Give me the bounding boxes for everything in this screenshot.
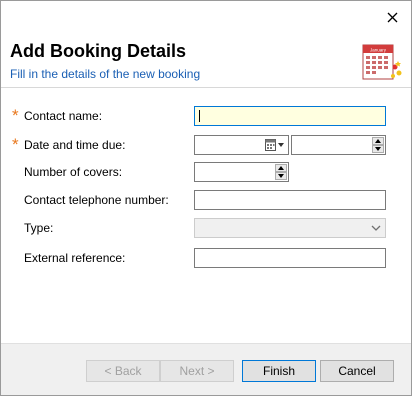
calendar-dropdown-icon[interactable] bbox=[265, 139, 287, 152]
external-reference-input[interactable] bbox=[194, 248, 386, 268]
covers-row: Number of covers: bbox=[1, 161, 411, 183]
external-reference-row: External reference: bbox=[1, 247, 411, 269]
telephone-label: Contact telephone number: bbox=[24, 193, 169, 207]
spin-up-button[interactable] bbox=[275, 164, 287, 172]
required-indicator: * bbox=[12, 135, 19, 154]
telephone-input[interactable] bbox=[194, 190, 386, 210]
chevron-down-icon bbox=[371, 225, 381, 231]
close-button[interactable] bbox=[383, 8, 401, 26]
contact-name-label: Contact name: bbox=[24, 109, 103, 123]
time-spinner[interactable] bbox=[372, 137, 384, 153]
covers-input[interactable] bbox=[194, 162, 289, 182]
type-label: Type: bbox=[24, 221, 54, 235]
text-caret bbox=[199, 110, 200, 122]
covers-spinner[interactable] bbox=[275, 164, 287, 180]
date-picker[interactable] bbox=[194, 135, 289, 155]
dialog-header: Add Booking Details Fill in the details … bbox=[1, 31, 411, 88]
spin-up-button[interactable] bbox=[372, 137, 384, 145]
date-time-label: Date and time due: bbox=[24, 138, 126, 152]
type-dropdown[interactable] bbox=[194, 218, 386, 238]
close-icon bbox=[387, 12, 397, 22]
back-button[interactable]: < Back bbox=[86, 360, 160, 382]
next-button[interactable]: Next > bbox=[160, 360, 234, 382]
contact-name-input[interactable] bbox=[194, 106, 386, 126]
cancel-button[interactable]: Cancel bbox=[320, 360, 394, 382]
dialog-footer: < Back Next > Finish Cancel bbox=[1, 343, 411, 395]
type-row: Type: bbox=[1, 217, 411, 239]
date-time-row: * Date and time due: bbox=[1, 134, 411, 156]
finish-button[interactable]: Finish bbox=[242, 360, 316, 382]
spin-down-button[interactable] bbox=[275, 172, 287, 180]
page-subtitle: Fill in the details of the new booking bbox=[10, 67, 201, 81]
required-indicator: * bbox=[12, 106, 19, 125]
calendar-icon: January bbox=[362, 44, 402, 80]
covers-label: Number of covers: bbox=[24, 165, 123, 179]
external-reference-label: External reference: bbox=[24, 251, 126, 265]
spin-down-button[interactable] bbox=[372, 145, 384, 153]
calendar-month-text: January bbox=[370, 48, 387, 53]
contact-name-row: * Contact name: bbox=[1, 105, 411, 127]
add-booking-dialog: Add Booking Details Fill in the details … bbox=[0, 0, 412, 396]
time-picker[interactable] bbox=[291, 135, 386, 155]
page-title: Add Booking Details bbox=[10, 41, 187, 61]
telephone-row: Contact telephone number: bbox=[1, 189, 411, 211]
